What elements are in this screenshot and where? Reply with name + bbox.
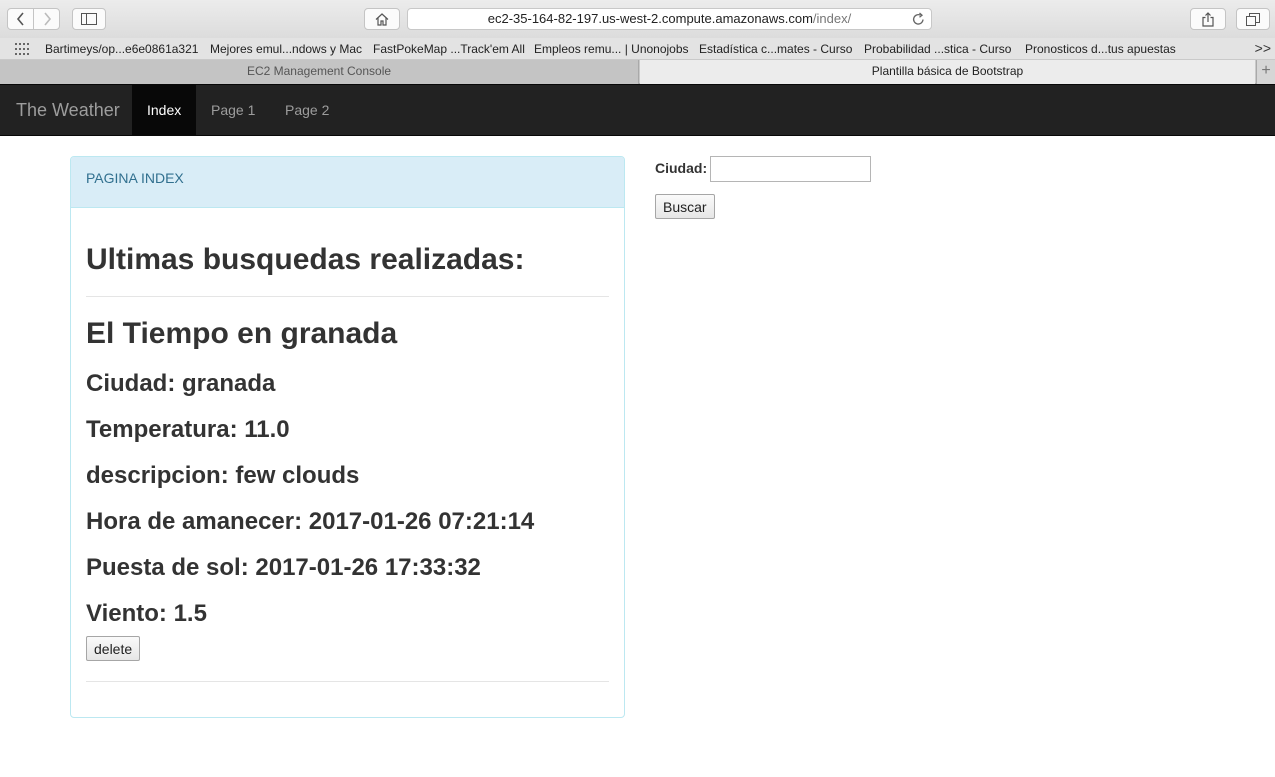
bookmarks-overflow-button[interactable]: >> — [1255, 40, 1271, 56]
search-history-panel: PAGINA INDEX Ultimas busquedas realizada… — [70, 156, 625, 718]
nav-item-index[interactable]: Index — [132, 85, 197, 135]
bookmark-item[interactable]: FastPokeMap ...Track'em All — [373, 42, 525, 56]
city-input[interactable] — [710, 156, 871, 182]
chevron-right-icon — [43, 12, 51, 26]
tabs-overview-icon — [1246, 12, 1260, 26]
chevron-left-icon — [16, 12, 24, 26]
apps-grid-icon[interactable] — [15, 43, 31, 55]
sidebar-icon — [81, 13, 97, 25]
tab-bootstrap-template[interactable]: Plantilla básica de Bootstrap — [640, 60, 1255, 84]
bookmark-item[interactable]: Empleos remu... | Unonojobs — [534, 42, 689, 56]
share-icon — [1202, 11, 1214, 27]
home-button[interactable] — [364, 8, 400, 30]
tab-strip: EC2 Management Console Plantilla básica … — [0, 60, 1275, 84]
address-bar[interactable]: ec2-35-164-82-197.us-west-2.compute.amaz… — [407, 8, 932, 30]
delete-button[interactable]: delete — [86, 636, 141, 661]
bookmark-item[interactable]: Pronosticos d...tus apuestas — [1025, 42, 1176, 56]
back-button[interactable] — [7, 8, 34, 30]
url-path: /index/ — [812, 11, 852, 26]
navbar-brand[interactable]: The Weather — [16, 85, 120, 135]
weather-temperature: Temperatura: 11.0 — [86, 416, 290, 443]
divider — [86, 681, 609, 682]
weather-sunrise: Hora de amanecer: 2017-01-26 07:21:14 — [86, 508, 535, 535]
nav-item-page-2[interactable]: Page 2 — [270, 85, 344, 135]
bookmark-item[interactable]: Bartimeys/op...e6e0861a321 — [45, 42, 198, 56]
page-title: Ultimas busquedas realizadas: — [86, 243, 525, 276]
tab-ec2-console[interactable]: EC2 Management Console — [0, 60, 639, 84]
city-label: Ciudad: — [655, 160, 708, 176]
weather-entry-heading: El Tiempo en granada — [86, 317, 398, 350]
reload-icon[interactable] — [912, 12, 925, 26]
forward-button[interactable] — [33, 8, 60, 30]
home-icon — [375, 12, 389, 26]
site-navbar: The Weather Index Page 1 Page 2 — [0, 84, 1275, 136]
show-all-tabs-button[interactable] — [1236, 8, 1270, 30]
new-tab-button[interactable]: + — [1256, 60, 1275, 84]
bookmarks-bar: Bartimeys/op...e6e0861a321 Mejores emul.… — [0, 38, 1275, 60]
divider — [86, 296, 609, 297]
bookmark-item[interactable]: Probabilidad ...stica - Curso — [864, 42, 1011, 56]
url-host: ec2-35-164-82-197.us-west-2.compute.amaz… — [487, 11, 813, 26]
sidebar-toggle-button[interactable] — [72, 8, 106, 30]
bookmark-item[interactable]: Estadística c...mates - Curso — [699, 42, 852, 56]
weather-wind: Viento: 1.5 — [86, 600, 207, 627]
share-button[interactable] — [1190, 8, 1226, 30]
browser-toolbar: ec2-35-164-82-197.us-west-2.compute.amaz… — [0, 0, 1275, 38]
panel-heading: PAGINA INDEX — [71, 157, 624, 208]
weather-description: descripcion: few clouds — [86, 462, 360, 489]
search-button[interactable]: Buscar — [655, 194, 715, 219]
weather-city: Ciudad: granada — [86, 370, 276, 397]
weather-sunset: Puesta de sol: 2017-01-26 17:33:32 — [86, 554, 481, 581]
nav-item-page-1[interactable]: Page 1 — [196, 85, 270, 135]
bookmark-item[interactable]: Mejores emul...ndows y Mac — [210, 42, 362, 56]
